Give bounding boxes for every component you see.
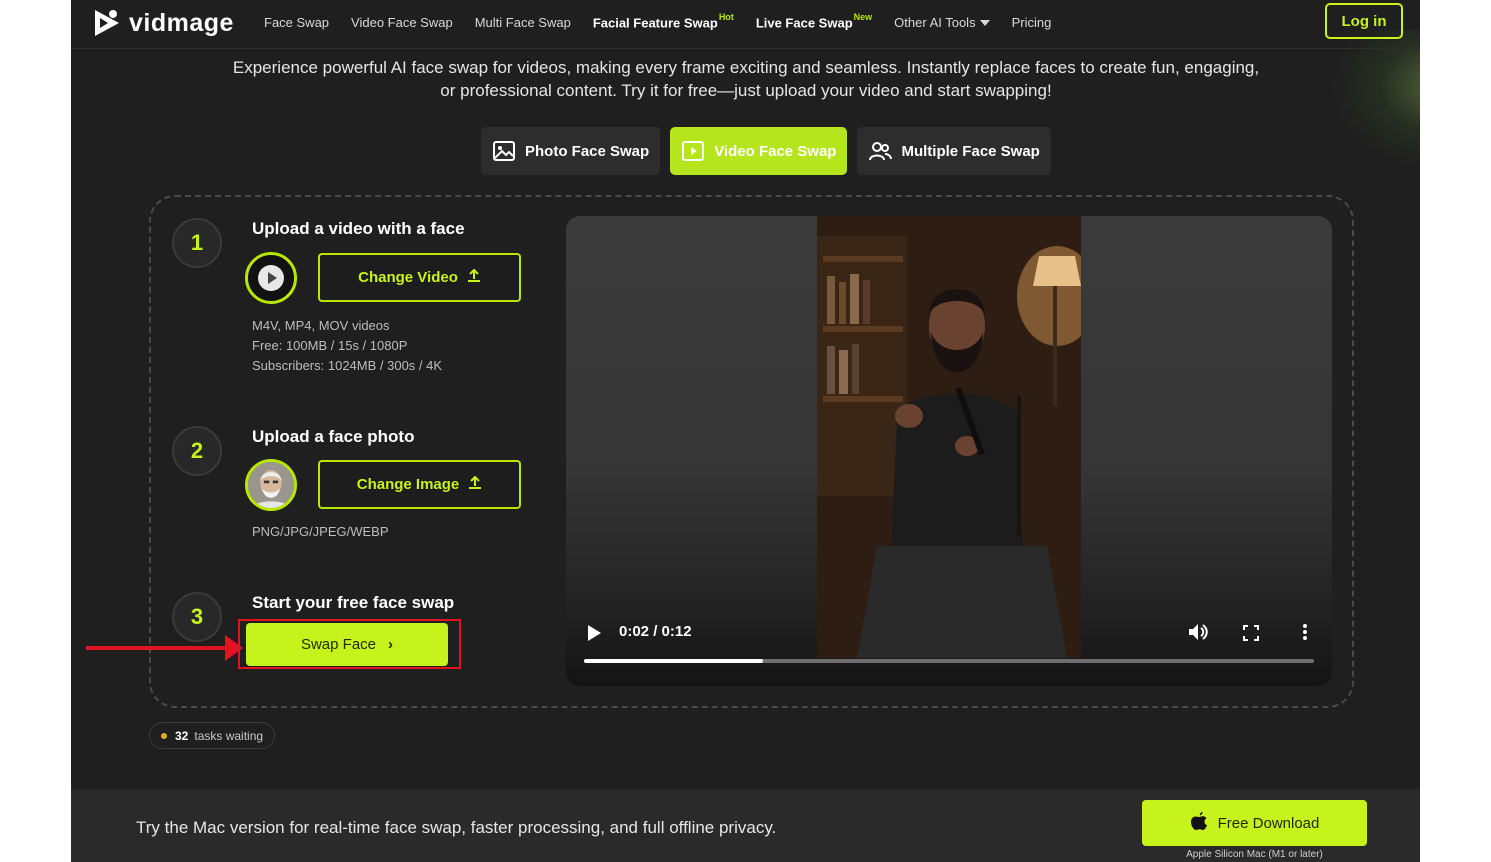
video-frame <box>817 216 1081 658</box>
tab-label: Photo Face Swap <box>525 142 650 160</box>
video-controls: 0:02 / 0:12 <box>566 616 1332 686</box>
change-image-button[interactable]: Change Image <box>318 460 521 509</box>
app-window: vidmage Face Swap Video Face Swap Multi … <box>71 0 1420 862</box>
video-progress-bar[interactable] <box>584 659 1314 663</box>
video-thumbnail[interactable] <box>245 252 297 304</box>
free-limits: Free: 100MB / 15s / 1080P <box>252 338 408 353</box>
tab-multiple-face-swap[interactable]: Multiple Face Swap <box>857 127 1051 175</box>
play-circle-icon <box>258 265 284 291</box>
subscriber-limits: Subscribers: 1024MB / 300s / 4K <box>252 358 443 373</box>
caret-down-icon <box>979 20 990 27</box>
tab-label: Multiple Face Swap <box>901 142 1040 160</box>
change-video-label: Change Video <box>358 269 458 286</box>
tasks-count: 32 <box>175 728 189 743</box>
mode-tabs: Photo Face Swap Video Face Swap Multiple… <box>481 127 1061 175</box>
free-download-label: Free Download <box>1217 814 1320 832</box>
play-icon[interactable] <box>586 624 602 647</box>
status-dot-icon <box>161 732 167 739</box>
video-player[interactable]: 0:02 / 0:12 <box>566 216 1332 686</box>
nav-link-label: Face Swap <box>264 14 330 30</box>
nav-link-label: Pricing <box>1011 14 1052 30</box>
image-formats: PNG/JPG/JPEG/WEBP <box>252 524 389 539</box>
tab-label: Video Face Swap <box>714 142 837 160</box>
tasks-waiting-badge: 32 tasks waiting <box>149 722 276 749</box>
nav-link-other-ai-tools[interactable]: Other AI Tools <box>894 14 990 30</box>
change-video-button[interactable]: Change Video <box>318 253 521 302</box>
hero-line-1: Experience powerful AI face swap for vid… <box>232 58 1260 77</box>
nav-link-label: Video Face Swap <box>351 14 453 30</box>
nav-links: Face Swap Video Face Swap Multi Face Swa… <box>264 0 1073 44</box>
login-button[interactable]: Log in <box>1325 3 1403 39</box>
step-3-title: Start your free face swap <box>252 593 455 612</box>
upload-icon <box>467 268 481 287</box>
change-image-label: Change Image <box>356 476 460 493</box>
logo[interactable]: vidmage <box>91 5 234 41</box>
people-icon <box>868 140 893 162</box>
hero-description: Experience powerful AI face swap for vid… <box>201 56 1291 102</box>
decorative-glow <box>1331 30 1420 170</box>
step-3-number: 3 <box>172 592 222 642</box>
image-icon <box>492 140 516 162</box>
annotation-arrow-shaft <box>86 646 229 650</box>
video-time: 0:02 / 0:12 <box>619 623 692 640</box>
fullscreen-icon[interactable] <box>1243 625 1259 646</box>
step-2-number: 2 <box>172 426 222 476</box>
face-photo-thumbnail[interactable] <box>245 459 297 511</box>
hot-badge: Hot <box>718 11 734 22</box>
video-requirements: M4V, MP4, MOV videos Free: 100MB / 15s /… <box>252 316 442 376</box>
nav-link-multi-face-swap[interactable]: Multi Face Swap <box>475 15 571 30</box>
face-photo-image <box>248 462 294 508</box>
video-frame-image <box>817 216 1081 658</box>
upload-icon <box>468 475 482 494</box>
nav-link-label: Live Face Swap <box>755 15 853 31</box>
nav-link-pricing[interactable]: Pricing <box>1012 15 1052 30</box>
logo-mark-icon <box>91 6 123 40</box>
nav-link-face-swap[interactable]: Face Swap <box>264 15 329 30</box>
step-1-title: Upload a video with a face <box>252 219 465 238</box>
nav-link-label: Other AI Tools <box>894 14 976 30</box>
new-badge: New <box>853 11 873 22</box>
nav-link-live-face-swap[interactable]: Live Face SwapNew <box>755 11 873 31</box>
nav-link-label: Facial Feature Swap <box>592 15 718 31</box>
tab-video-face-swap[interactable]: Video Face Swap <box>670 127 848 175</box>
annotation-highlight-box <box>238 619 461 669</box>
more-options-icon[interactable] <box>1302 623 1308 646</box>
step-2-title: Upload a face photo <box>252 427 415 446</box>
tasks-label: tasks waiting <box>194 728 264 743</box>
free-download-button[interactable]: Free Download <box>1142 800 1367 846</box>
video-formats: M4V, MP4, MOV videos <box>252 318 390 333</box>
mac-promo-text: Try the Mac version for real-time face s… <box>136 818 777 837</box>
hero-line-2: or professional content. Try it for free… <box>440 81 1052 100</box>
download-requirement-note: Apple Silicon Mac (M1 or later) <box>1186 849 1323 860</box>
nav-link-video-face-swap[interactable]: Video Face Swap <box>351 15 453 30</box>
logo-text: vidmage <box>129 8 234 37</box>
video-progress-fill <box>584 659 763 663</box>
tab-photo-face-swap[interactable]: Photo Face Swap <box>481 127 661 175</box>
nav-link-label: Multi Face Swap <box>474 14 571 30</box>
mac-promo-bar: Try the Mac version for real-time face s… <box>71 789 1420 862</box>
video-play-icon <box>681 140 705 162</box>
apple-icon <box>1190 811 1208 835</box>
nav-link-facial-feature-swap[interactable]: Facial Feature SwapHot <box>592 11 734 31</box>
volume-icon[interactable] <box>1187 622 1209 647</box>
annotation-arrow-head-icon <box>225 635 243 661</box>
step-1-number: 1 <box>172 218 222 268</box>
top-nav: vidmage Face Swap Video Face Swap Multi … <box>71 0 1420 49</box>
